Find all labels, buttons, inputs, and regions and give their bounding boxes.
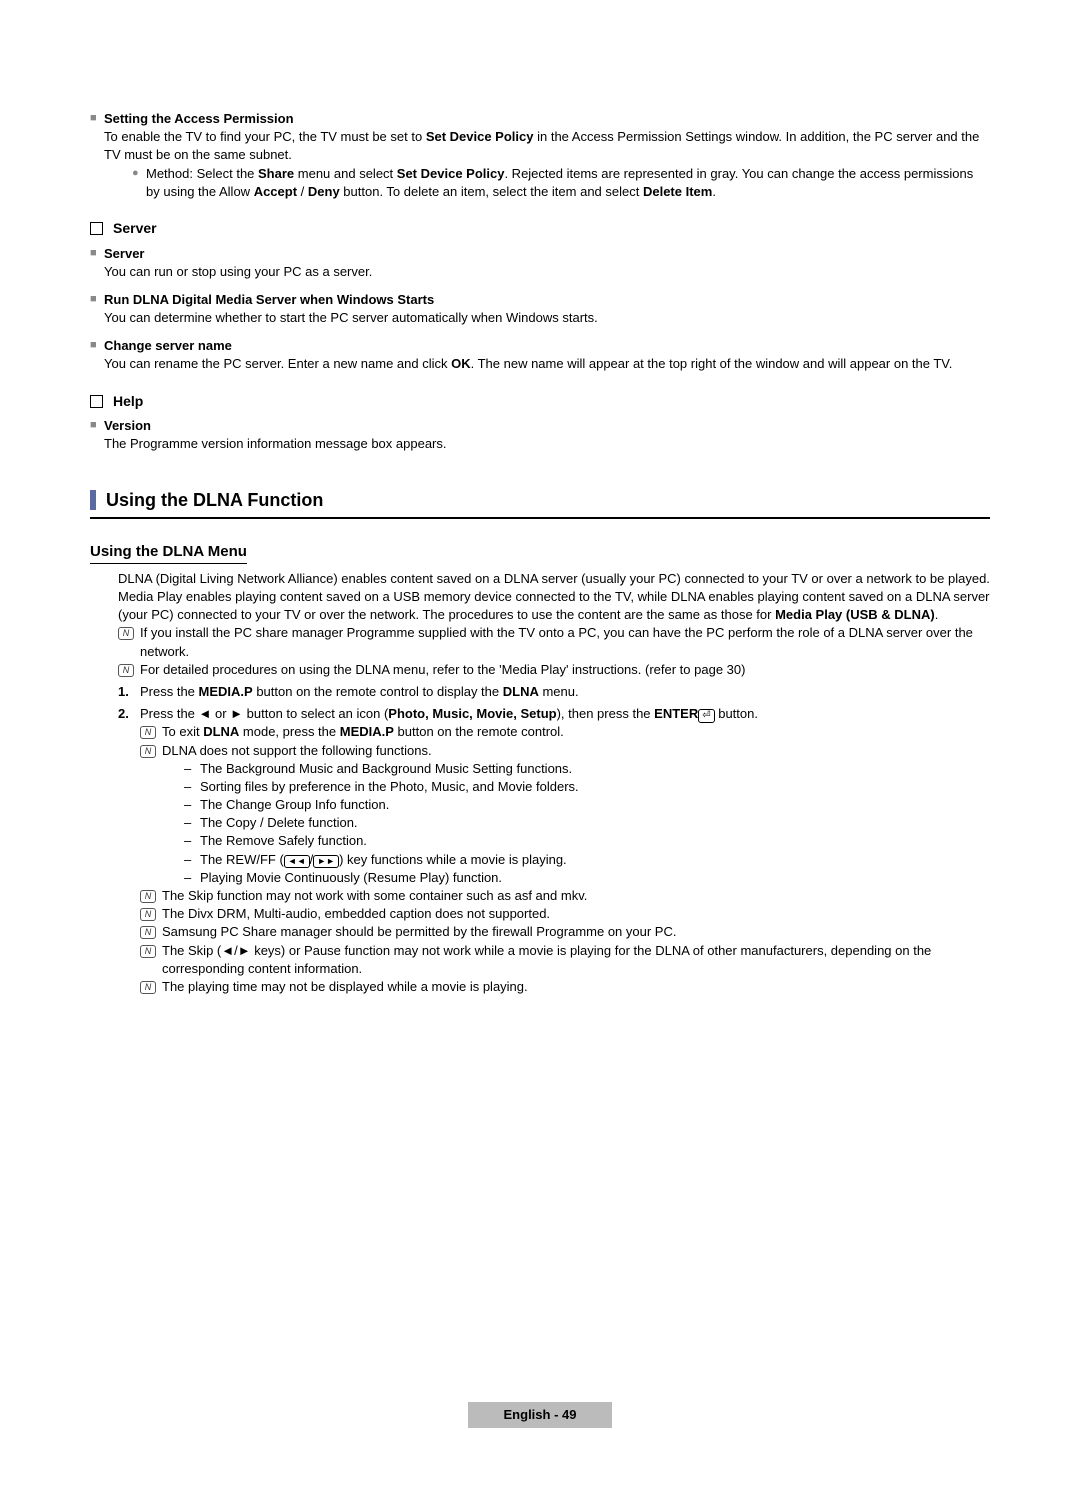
note-time: N The playing time may not be displayed …: [90, 978, 990, 996]
checkbox-icon: [90, 222, 103, 235]
subheading: Using the DLNA Menu: [90, 519, 990, 564]
item-run-dlna: ■ Run DLNA Digital Media Server when Win…: [90, 291, 990, 327]
checkbox-icon: [90, 395, 103, 408]
section-server: Server: [90, 219, 990, 239]
note-procedures: N For detailed procedures on using the D…: [90, 661, 990, 679]
item-title: Setting the Access Permission: [104, 110, 990, 128]
square-bullet-icon: ■: [90, 110, 104, 201]
note-icon: N: [140, 745, 156, 758]
square-bullet-icon: ■: [90, 291, 104, 327]
dot-icon: ●: [132, 165, 146, 201]
note-icon: N: [140, 981, 156, 994]
note-skip-pause: N The Skip (◄/► keys) or Pause function …: [90, 942, 990, 978]
enter-icon: ⏎: [698, 709, 714, 723]
item-version: ■ Version The Programme version informat…: [90, 417, 990, 453]
square-bullet-icon: ■: [90, 245, 104, 281]
chapter-bar-icon: [90, 490, 96, 510]
rew-icon: ◄◄: [284, 855, 310, 868]
square-bullet-icon: ■: [90, 417, 104, 453]
note-install: N If you install the PC share manager Pr…: [90, 624, 990, 660]
note-skip: N The Skip function may not work with so…: [90, 887, 990, 905]
unsupported-list: –The Background Music and Background Mus…: [90, 760, 990, 887]
note-icon: N: [140, 945, 156, 958]
note-icon: N: [118, 664, 134, 677]
intro-paragraph: DLNA (Digital Living Network Alliance) e…: [90, 570, 990, 625]
item-access-permission: ■ Setting the Access Permission To enabl…: [90, 110, 990, 201]
method-row: ● Method: Select the Share menu and sele…: [104, 165, 990, 201]
note-divx: N The Divx DRM, Multi-audio, embedded ca…: [90, 905, 990, 923]
item-server: ■ Server You can run or stop using your …: [90, 245, 990, 281]
note-icon: N: [140, 726, 156, 739]
note-icon: N: [140, 926, 156, 939]
chapter-heading: Using the DLNA Function: [90, 488, 990, 519]
page-footer: English - 49: [90, 1402, 990, 1428]
note-icon: N: [118, 627, 134, 640]
section-help: Help: [90, 392, 990, 412]
item-change-name: ■ Change server name You can rename the …: [90, 337, 990, 373]
page-number: English - 49: [468, 1402, 613, 1428]
step-1: 1. Press the MEDIA.P button on the remot…: [90, 683, 990, 701]
note-firewall: N Samsung PC Share manager should be per…: [90, 923, 990, 941]
square-bullet-icon: ■: [90, 337, 104, 373]
ff-icon: ►►: [313, 855, 339, 868]
note-icon: N: [140, 908, 156, 921]
subnote-exit: N To exit DLNA mode, press the MEDIA.P b…: [90, 723, 990, 741]
step-2: 2. Press the ◄ or ► button to select an …: [90, 705, 990, 723]
subnote-unsupported: N DLNA does not support the following fu…: [90, 742, 990, 760]
note-icon: N: [140, 890, 156, 903]
item-body: To enable the TV to find your PC, the TV…: [104, 128, 990, 164]
